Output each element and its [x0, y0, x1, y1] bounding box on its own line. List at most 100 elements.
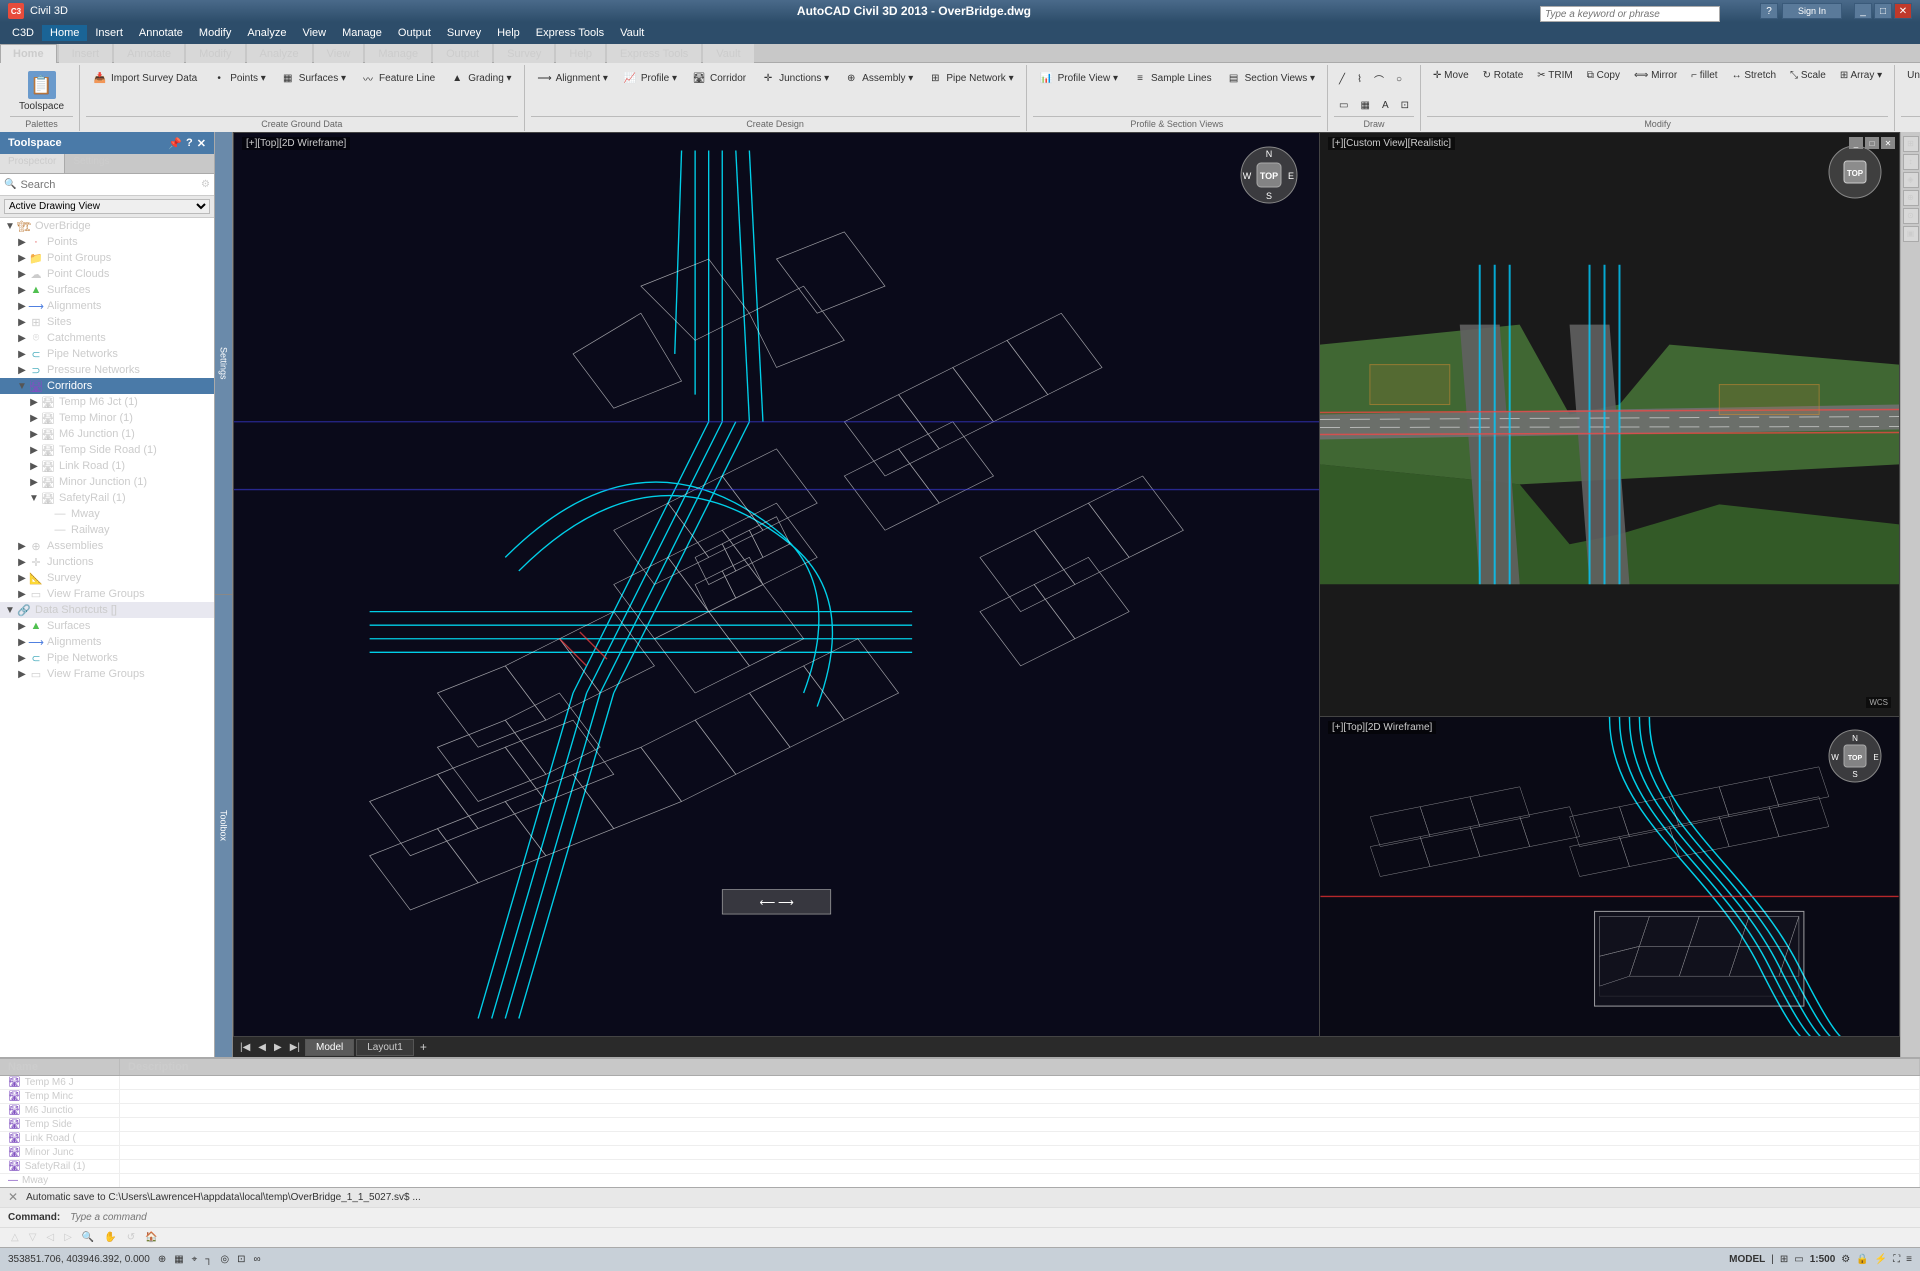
tree-sites[interactable]: ▶ ⊞ Sites: [0, 314, 214, 330]
menu-c3d[interactable]: C3D: [4, 25, 42, 41]
maximize-btn[interactable]: □: [1874, 3, 1892, 19]
snap-icon[interactable]: ⊕: [158, 1254, 166, 1265]
feature-line-btn[interactable]: 〰 Feature Line: [354, 67, 441, 89]
snap-btn[interactable]: ⌖: [192, 1254, 198, 1265]
table-row-4[interactable]: 🛣 Temp Side: [0, 1118, 1920, 1132]
toolspace-close-icon[interactable]: ✕: [197, 137, 206, 150]
tree-view-frame-groups[interactable]: ▶ ▭ View Frame Groups: [0, 586, 214, 602]
tree-pipe-networks[interactable]: ▶ ⊂ Pipe Networks: [0, 346, 214, 362]
points-btn[interactable]: • Points ▾: [205, 67, 272, 89]
tree-safetyrail[interactable]: ▼ 🛣 SafetyRail (1): [0, 490, 214, 506]
tab-annotate[interactable]: Annotate: [114, 44, 184, 63]
rt-btn-4[interactable]: ⊕: [1903, 190, 1919, 206]
pipe-network-btn[interactable]: ⊞ Pipe Network ▾: [921, 67, 1019, 89]
tree-alignments[interactable]: ▶ ⟶ Alignments: [0, 298, 214, 314]
hatch-btn[interactable]: ▦: [1356, 97, 1375, 114]
help-btn[interactable]: ?: [1760, 3, 1778, 19]
command-close-btn[interactable]: ✕: [8, 1190, 18, 1204]
text-btn[interactable]: A: [1377, 97, 1394, 114]
viewport-bottom-right[interactable]: [+][Top][2D Wireframe] N S W E TOP: [1320, 717, 1900, 1037]
rotate-btn[interactable]: ↻ Rotate: [1477, 67, 1530, 84]
table-row-8[interactable]: — Mway: [0, 1174, 1920, 1187]
nav-down-btn[interactable]: ▽: [26, 1232, 40, 1243]
tree-temp-m6-jct[interactable]: ▶ 🛣 Temp M6 Jct (1): [0, 394, 214, 410]
copy-btn[interactable]: ⧉ Copy: [1581, 67, 1626, 84]
toolbox-tab[interactable]: Toolbox: [215, 595, 232, 1057]
arc-btn[interactable]: ⌒: [1369, 69, 1389, 90]
tree-pressure-networks[interactable]: ▶ ⊃ Pressure Networks: [0, 362, 214, 378]
tab-model[interactable]: Model: [305, 1039, 354, 1056]
toolspace-btn[interactable]: 📋 Toolspace: [10, 67, 73, 116]
ortho-btn[interactable]: ┐: [205, 1254, 212, 1265]
tab-view[interactable]: View: [314, 44, 364, 63]
vp-nav-first[interactable]: |◀: [237, 1042, 253, 1053]
tab-help[interactable]: Help: [556, 44, 605, 63]
scale-btn[interactable]: ⤡ Scale: [1784, 67, 1832, 84]
array-btn[interactable]: ⊞ Array ▾: [1834, 67, 1888, 84]
viewport-main[interactable]: [+][Top][2D Wireframe] N S W E TOP WCS: [233, 132, 1320, 1037]
tab-output[interactable]: Output: [433, 44, 492, 63]
workspace-switching-btn[interactable]: ⚙: [1841, 1254, 1850, 1265]
otrack-btn[interactable]: ∞: [254, 1254, 261, 1265]
tree-ds-alignments[interactable]: ▶ ⟶ Alignments: [0, 634, 214, 650]
toolspace-help-icon[interactable]: ?: [186, 137, 193, 150]
home-view-btn[interactable]: 🏠: [142, 1232, 160, 1243]
search-input[interactable]: [1540, 6, 1720, 22]
rt-btn-2[interactable]: ↕: [1903, 154, 1919, 170]
pan-btn[interactable]: ✋: [101, 1232, 119, 1243]
rt-btn-1[interactable]: ⊞: [1903, 136, 1919, 152]
sign-in-btn[interactable]: Sign In: [1782, 3, 1842, 19]
tab-add-btn[interactable]: +: [420, 1040, 427, 1054]
menu-insert[interactable]: Insert: [87, 25, 131, 41]
vp-minimize-btn[interactable]: _: [1849, 137, 1863, 149]
drawing-view-select[interactable]: Active Drawing View: [4, 199, 210, 214]
nav-left-btn[interactable]: ◁: [43, 1232, 57, 1243]
tree-catchments[interactable]: ▶ ⌾ Catchments: [0, 330, 214, 346]
region-btn[interactable]: ⊡: [1396, 97, 1414, 114]
grading-btn[interactable]: ▲ Grading ▾: [443, 67, 517, 89]
tab-modify[interactable]: Modify: [186, 44, 244, 63]
rect-btn[interactable]: ▭: [1334, 97, 1353, 114]
tab-insert[interactable]: Insert: [59, 44, 113, 63]
table-row-1[interactable]: 🛣 Temp M6 J: [0, 1076, 1920, 1090]
viewport-top-right[interactable]: [+][Custom View][Realistic] _ □ ✕ T: [1320, 132, 1900, 717]
grid-btn[interactable]: ▦: [174, 1254, 183, 1265]
zoom-btn[interactable]: 🔍: [79, 1232, 97, 1243]
sample-lines-btn[interactable]: ≡ Sample Lines: [1126, 67, 1218, 89]
tree-ds-pipe-networks[interactable]: ▶ ⊂ Pipe Networks: [0, 650, 214, 666]
junctions-btn[interactable]: ✛ Junctions ▾: [754, 67, 835, 89]
tab-express-tools[interactable]: Express Tools: [607, 44, 701, 63]
menu-manage[interactable]: Manage: [334, 25, 390, 41]
profile-view-btn[interactable]: 📊 Profile View ▾: [1033, 67, 1124, 89]
fullscreen-btn[interactable]: ⛶: [1893, 1254, 1900, 1265]
assembly-btn[interactable]: ⊕ Assembly ▾: [837, 67, 919, 89]
line-btn[interactable]: ╱: [1334, 69, 1350, 90]
toolspace-search-options[interactable]: ⚙: [201, 179, 210, 190]
annotation-scale-btn[interactable]: 1:500: [1810, 1254, 1836, 1265]
toolspace-pin-icon[interactable]: 📌: [168, 137, 182, 150]
menu-express-tools[interactable]: Express Tools: [528, 25, 612, 41]
surfaces-btn[interactable]: ▦ Surfaces ▾: [274, 67, 352, 89]
menu-annotate[interactable]: Annotate: [131, 25, 191, 41]
lock-ui-btn[interactable]: 🔒: [1856, 1254, 1868, 1265]
fillet-btn[interactable]: ⌐ fillet: [1685, 67, 1723, 84]
menu-analyze[interactable]: Analyze: [239, 25, 294, 41]
vp-close-btn[interactable]: ✕: [1881, 137, 1895, 149]
tab-layout1[interactable]: Layout1: [356, 1039, 414, 1056]
toolspace-search-input[interactable]: [20, 179, 201, 191]
table-row-5[interactable]: 🛣 Link Road (: [0, 1132, 1920, 1146]
tab-settings[interactable]: Settings: [65, 154, 117, 173]
quick-view-drawings-btn[interactable]: ▭: [1794, 1254, 1803, 1265]
section-views-btn[interactable]: ▤ Section Views ▾: [1220, 67, 1321, 89]
command-input[interactable]: [66, 1211, 1912, 1224]
tree-ds-view-frame-groups[interactable]: ▶ ▭ View Frame Groups: [0, 666, 214, 682]
stretch-btn[interactable]: ↔ Stretch: [1726, 67, 1782, 84]
profile-btn[interactable]: 📈 Profile ▾: [616, 67, 683, 89]
tab-manage[interactable]: Manage: [365, 44, 431, 63]
tree-temp-side-road[interactable]: ▶ 🛣 Temp Side Road (1): [0, 442, 214, 458]
customize-btn[interactable]: ≡: [1906, 1254, 1912, 1265]
polar-btn[interactable]: ◎: [220, 1254, 229, 1265]
tree-railway[interactable]: — Railway: [0, 522, 214, 538]
tree-junctions[interactable]: ▶ ✛ Junctions: [0, 554, 214, 570]
tree-point-clouds[interactable]: ▶ ☁ Point Clouds: [0, 266, 214, 282]
